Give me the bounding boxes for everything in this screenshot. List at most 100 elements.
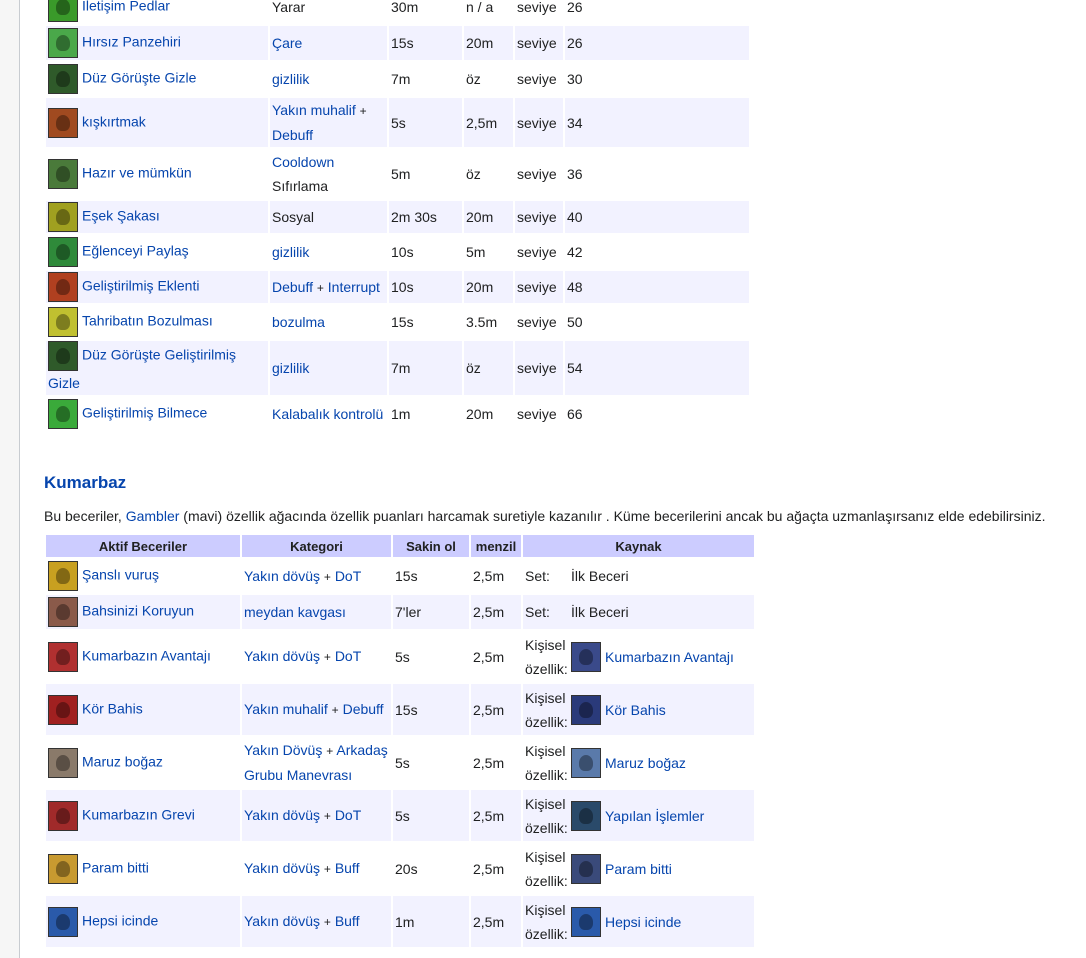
skill-link[interactable]: Param bitti	[82, 859, 149, 875]
category-secondary[interactable]: DoT	[335, 648, 361, 664]
category-primary[interactable]: Debuff	[272, 279, 313, 295]
level-label-cell: seviye	[515, 26, 563, 60]
source-trait-link[interactable]: Param bitti	[605, 857, 672, 881]
section-description: Bu beceriler, Gambler (mavi) özellik ağa…	[44, 507, 1074, 525]
level-label-cell: seviye	[515, 201, 563, 233]
source-trait-link[interactable]: Kör Bahis	[605, 698, 666, 722]
skill-link[interactable]: Hırsız Panzehiri	[82, 34, 181, 50]
source-content: Kişisel özellik: Kumarbazın Avantajı	[525, 633, 752, 681]
category-secondary[interactable]: Debuff	[343, 701, 384, 717]
skill-link[interactable]: İletişim Pedlar	[82, 0, 170, 14]
hidden-figure-icon	[48, 64, 78, 94]
category-secondary[interactable]: Interrupt	[328, 279, 380, 295]
level-value-cell: 40	[565, 201, 749, 233]
source-content: Set: İlk Beceri	[525, 600, 752, 624]
category-cell: Yakın muhalif + Debuff	[242, 684, 391, 735]
source-trait-link[interactable]: Maruz boğaz	[605, 751, 686, 775]
source-cell: Kişisel özellik: Maruz boğaz	[523, 737, 754, 788]
skill-link[interactable]: Kör Bahis	[82, 700, 143, 716]
category-primary[interactable]: meydan kavgası	[244, 604, 346, 620]
source-label-line1: Kişisel	[525, 636, 566, 653]
header-active-skills: Aktif Beceriler	[46, 535, 240, 557]
skill-name-cell: Maruz boğaz	[46, 737, 240, 788]
source-trait-link[interactable]: Kumarbazın Avantajı	[605, 645, 734, 669]
category-cell: gizlilik	[270, 235, 387, 269]
skill-link[interactable]: Hepsi icinde	[82, 912, 158, 928]
skill-name-cell: Şanslı vuruş	[46, 559, 240, 593]
category-primary[interactable]: Yakın dövüş	[244, 860, 320, 876]
source-label: Kişisel özellik:	[525, 845, 571, 893]
money-spent-icon	[48, 853, 78, 884]
skill-link[interactable]: Şanslı vuruş	[82, 567, 159, 583]
category-primary[interactable]: gizlilik	[272, 244, 309, 260]
category-primary[interactable]: Yakın Dövüş	[244, 742, 322, 758]
gambler-link[interactable]: Gambler	[126, 508, 180, 524]
category-primary[interactable]: Cooldown	[272, 154, 334, 170]
category-primary: Yarar	[272, 0, 306, 15]
skill-link[interactable]: kışkırtmak	[82, 113, 146, 129]
green-hand-icon	[48, 0, 78, 22]
range-cell: 2,5m	[471, 843, 521, 894]
category-primary[interactable]: gizlilik	[272, 71, 309, 87]
category-line2[interactable]: Debuff	[272, 127, 313, 143]
source-content: Kişisel özellik: Kör Bahis	[525, 686, 752, 734]
category-primary[interactable]: Kalabalık kontrolü	[272, 406, 383, 422]
category-cell: Sosyal	[270, 201, 387, 233]
skill-link[interactable]: Bahsinizi Koruyun	[82, 603, 194, 619]
table-row: İletişim Pedlar Yarar 30m n / a seviye 26	[46, 0, 749, 24]
table-row: Maruz boğaz Yakın Dövüş + Arkadaş Grubu Ma…	[46, 737, 754, 788]
skill-link[interactable]: Eşek Şakası	[82, 208, 160, 224]
category-primary[interactable]: bozulma	[272, 314, 325, 330]
skill-link[interactable]: Geliştirilmiş Eklenti	[82, 278, 199, 294]
category-primary[interactable]: Yakın dövüş	[244, 807, 320, 823]
category-plus: +	[323, 862, 331, 876]
skill-link[interactable]: Kumarbazın Grevi	[82, 806, 195, 822]
range-cell: 2,5m	[471, 737, 521, 788]
source-label-line2: özellik:	[525, 872, 568, 889]
range-cell: 2,5m	[471, 896, 521, 947]
category-secondary[interactable]: Buff	[335, 913, 360, 929]
skill-name-cell: Geliştirilmiş Eklenti	[46, 271, 268, 303]
joker-face-icon	[48, 202, 78, 232]
range-cell: 2,5m	[471, 631, 521, 682]
skill-link[interactable]: Hazır ve mümkün	[82, 165, 192, 181]
source-label-line1: Set:	[525, 604, 550, 620]
category-secondary[interactable]: DoT	[335, 568, 361, 584]
range-cell: öz	[464, 62, 513, 96]
table-row: Geliştirilmiş Eklenti Debuff + Interrupt 1…	[46, 271, 749, 303]
category-line2[interactable]: Grubu Manevrası	[244, 767, 352, 783]
cooldown-cell: 10s	[389, 271, 462, 303]
category-primary[interactable]: Yakın dövüş	[244, 913, 320, 929]
skill-link[interactable]: Düz Görüşte Gizle	[82, 70, 196, 86]
gambler-edge-icon	[48, 641, 78, 672]
skill-link[interactable]: Eğlenceyi Paylaş	[82, 243, 189, 259]
level-value-cell: 66	[565, 397, 749, 431]
cooldown-cell: 2m 30s	[389, 201, 462, 233]
category-primary[interactable]: Yakın dövüş	[244, 648, 320, 664]
skill-name-cell: Bahsinizi Koruyun	[46, 595, 240, 629]
skill-link[interactable]: Maruz boğaz	[82, 753, 163, 769]
category-primary[interactable]: Yakın muhalif	[272, 102, 356, 118]
table-row: Hazır ve mümkün Cooldown Sıfırlama 5m öz sevi…	[46, 149, 749, 199]
skill-link[interactable]: Kumarbazın Avantajı	[82, 647, 211, 663]
category-cell: Yakın dövüş + Buff	[242, 896, 391, 947]
cooldown-cell: 7m	[389, 62, 462, 96]
source-trait-link[interactable]: Hepsi icinde	[605, 910, 681, 934]
category-secondary[interactable]: DoT	[335, 807, 361, 823]
header-range: menzil	[471, 535, 521, 557]
money-spent-icon	[571, 853, 601, 884]
hidden-figure-icon	[48, 341, 78, 371]
category-secondary[interactable]: Arkadaş	[336, 742, 387, 758]
range-cell: 20m	[464, 271, 513, 303]
table-row: Kumarbazın Avantajı Yakın dövüş + DoT 5s 2,…	[46, 631, 754, 682]
category-primary[interactable]: gizlilik	[272, 360, 309, 376]
skill-link[interactable]: Tahribatın Bozulması	[82, 313, 213, 329]
skill-link[interactable]: Geliştirilmiş Bilmece	[82, 405, 207, 421]
category-primary[interactable]: Yakın dövüş	[244, 568, 320, 584]
category-primary[interactable]: Çare	[272, 35, 302, 51]
source-label: Kişisel özellik:	[525, 739, 571, 787]
category-primary[interactable]: Yakın muhalif	[244, 701, 328, 717]
category-secondary[interactable]: Buff	[335, 860, 360, 876]
source-label-line1: Set:	[525, 568, 550, 584]
source-trait-link[interactable]: Yapılan İşlemler	[605, 804, 704, 828]
